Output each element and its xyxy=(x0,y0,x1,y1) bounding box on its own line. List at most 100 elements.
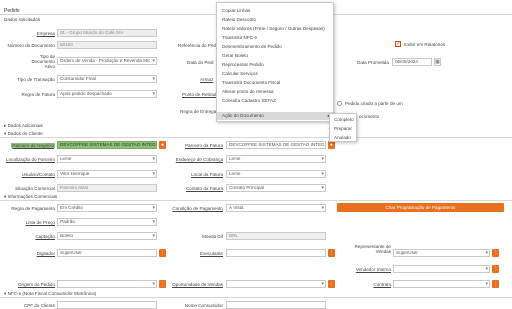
origem-pedido-label[interactable]: Origem do Pedido xyxy=(18,282,55,287)
digitador-field[interactable]: SuperUser xyxy=(57,249,157,257)
pedido-criado-label: Pedido criado a partir de um xyxy=(345,101,403,106)
criar-programacao-button[interactable]: Criar Programação de Pagamento xyxy=(337,203,504,212)
numero-documento-label: Número do Documento xyxy=(7,43,56,48)
tipo-documento-select[interactable]: Ordem de Venda - Produção e Revenda Mic xyxy=(57,57,157,65)
endereco-cobranca-label[interactable]: Endereço de Cobrança xyxy=(176,157,223,162)
regra-entrega-label: Regra de Entrega xyxy=(180,109,217,114)
executante-lookup-button[interactable]: ⋮ xyxy=(328,249,335,257)
submenu-item-completo[interactable]: Completo xyxy=(334,117,354,122)
menu-item-gerar-boleto[interactable]: Gerar Boleto xyxy=(222,53,248,58)
calendar-icon[interactable]: ▦ xyxy=(434,58,441,66)
referencia-label: Referência do Pedi xyxy=(178,43,218,48)
menu-item-copiar-linhas[interactable]: Copiar Linhas xyxy=(222,8,250,13)
submenu-item-anulado[interactable]: Anulado xyxy=(334,135,351,140)
nome-consumidor-label: Nome Consumidor xyxy=(184,303,223,308)
tipo-transacao-select[interactable]: Consumidor Final xyxy=(57,75,157,83)
usuario-contato-select[interactable]: Vitor Henrique xyxy=(57,170,157,178)
menu-item-reprocessar-pedido[interactable]: Reprocessar Pedido xyxy=(222,62,264,67)
menu-item-rateio-desconto[interactable]: Rateio Desconto xyxy=(222,17,256,22)
contato-fatura-select[interactable]: Contato Principal xyxy=(226,184,326,192)
parceiro-lookup-button[interactable]: ● xyxy=(159,141,166,149)
menu-item-desmembramento[interactable]: Desmembramento de Pedido xyxy=(222,44,282,49)
localizacao-parceiro-select[interactable]: Leme xyxy=(57,155,157,163)
lista-preco-label[interactable]: Lista de Preço xyxy=(26,220,55,225)
more-icon: ⋮ xyxy=(160,281,165,287)
ponto-retirada-label[interactable]: Ponto de Retirad xyxy=(182,92,216,97)
oportunidade-select[interactable] xyxy=(226,280,326,288)
menu-item-consulta-sefaz[interactable]: Consulta Cadastro SEFAZ xyxy=(222,98,276,103)
more-icon: ⋮ xyxy=(160,250,165,256)
empresa-field[interactable]: 01 - Grupo Mundo do Café S/A xyxy=(57,29,157,37)
more-icon: ⋮ xyxy=(493,281,498,287)
data-pedido-label: Data do Pedi xyxy=(187,60,214,65)
representante-lookup-button[interactable]: ⋮ xyxy=(492,249,499,257)
regra-fatura-select[interactable]: Após pedido despachado xyxy=(57,90,157,98)
submenu-acao-documento: Completo Preparar Anulado xyxy=(329,113,357,142)
data-prometida-field[interactable]: 06/05/2024 xyxy=(392,58,432,66)
lista-preco-select[interactable]: Padrão xyxy=(57,218,157,226)
tipo-documento-label-text: Tipo de Documento Ativo xyxy=(31,54,56,69)
local-fatura-label[interactable]: Local da Fatura xyxy=(191,172,223,177)
contato-fatura-label[interactable]: Contato da Fatura xyxy=(186,186,223,191)
tipo-transacao-label: Tipo de Transação xyxy=(17,77,55,82)
parceiro-negocio-field[interactable]: DEVCOFFEE SISTEMAS DE GESTAO INTEGRA xyxy=(57,141,157,149)
submenu-item-preparar[interactable]: Preparar xyxy=(334,126,352,131)
more-icon: ⋮ xyxy=(329,250,334,256)
empresa-label[interactable]: Empresa xyxy=(37,31,55,36)
pedido-criado-checkbox[interactable] xyxy=(337,101,342,106)
parceiro-fatura-label[interactable]: Parceiro da Fatura xyxy=(185,143,223,148)
vendedor-interno-label[interactable]: Vendedor Interno xyxy=(356,267,391,272)
more-icon: ⋮ xyxy=(329,281,334,287)
exibir-relatorios-label: Exibir em Relatórios xyxy=(404,42,446,47)
origem-pedido-select[interactable] xyxy=(57,280,157,288)
nfce-divider xyxy=(0,297,512,298)
cpf-field[interactable] xyxy=(57,301,157,309)
contrato-lookup-button[interactable]: ⋮ xyxy=(492,280,499,288)
person-icon: ● xyxy=(160,142,165,148)
documento-label: ocumento xyxy=(359,114,380,119)
contrato-select[interactable] xyxy=(393,280,490,288)
armazem-label[interactable]: Armaz xyxy=(200,77,213,82)
representante-label[interactable]: Representante de Vendas xyxy=(349,244,391,254)
contrato-label[interactable]: Contrato xyxy=(373,282,391,287)
condicao-pagamento-label[interactable]: Condição de Pagamento xyxy=(172,206,223,211)
menu-item-calcular-servicos[interactable]: Calcular Serviços xyxy=(222,71,258,76)
origem-pedido-lookup-button[interactable]: ⋮ xyxy=(159,280,166,288)
oportunidade-label[interactable]: Oportunidade de Vendas xyxy=(172,282,223,287)
situacao-comercial-field[interactable]: Parceiro Ativo xyxy=(57,184,157,192)
captacao-select[interactable]: Boleto xyxy=(57,232,157,240)
representante-select[interactable]: SuperUser xyxy=(393,249,490,257)
parceiro-fatura-field[interactable]: DEVCOFFEE SISTEMAS DE GESTAO INTEGRA xyxy=(226,141,326,149)
endereco-cobranca-select[interactable]: Leme xyxy=(226,155,326,163)
exibir-relatorios-checkbox[interactable]: ✓ xyxy=(395,41,401,47)
section-dados-cliente-label: Dados do Cliente xyxy=(7,131,43,136)
menu-item-transmitir-documento[interactable]: Transmitir Documento Fiscal xyxy=(222,80,280,85)
moeda-field[interactable]: BRL xyxy=(226,232,326,240)
captacao-label[interactable]: Captação xyxy=(35,234,55,239)
menu-item-rateio-valores[interactable]: Rateio Valores (Frete / Seguro / Outras … xyxy=(222,26,325,31)
menu-item-transmitir-nfce[interactable]: Transmitir NFC-e xyxy=(222,35,257,40)
oportunidade-lookup-button[interactable]: ⋮ xyxy=(328,280,335,288)
section-dados-adicionais[interactable]: ▸ Dados Adicionais xyxy=(4,123,43,129)
localizacao-parceiro-label[interactable]: Localização do Parceiro xyxy=(6,157,55,162)
numero-documento-field[interactable]: 50163 xyxy=(57,41,157,49)
local-fatura-select[interactable]: Leme xyxy=(226,170,326,178)
digitador-label[interactable]: Digitador xyxy=(37,251,55,256)
digitador-lookup-button[interactable]: ⋮ xyxy=(159,249,166,257)
moeda-label: Moeda Dif xyxy=(202,234,223,239)
check-icon: ✓ xyxy=(396,41,402,47)
vendedor-interno-select[interactable] xyxy=(393,265,490,273)
menu-item-acao-documento[interactable]: Ação do Documento ▸ xyxy=(217,112,333,120)
tipo-documento-label[interactable]: Tipo de Documento Ativo xyxy=(21,54,56,69)
nome-consumidor-field[interactable] xyxy=(226,301,326,309)
parceiro-fatura-lookup-button[interactable]: ● xyxy=(328,141,335,149)
regra-pagamento-select[interactable]: Em Crédito xyxy=(57,204,157,212)
person-icon: ● xyxy=(329,142,334,148)
parceiro-negocio-label[interactable]: Parceiro de Negócio xyxy=(11,143,55,148)
executante-label[interactable]: Executante xyxy=(200,251,223,256)
menu-item-alterar-ponto[interactable]: Alterar ponto de remessa xyxy=(222,89,274,94)
condicao-pagamento-select[interactable]: À Vista xyxy=(226,204,326,212)
vendedor-interno-lookup-button[interactable]: ⋮ xyxy=(492,265,499,273)
usuario-contato-label[interactable]: Usuário/Contato xyxy=(22,172,55,177)
executante-field[interactable] xyxy=(226,249,326,257)
